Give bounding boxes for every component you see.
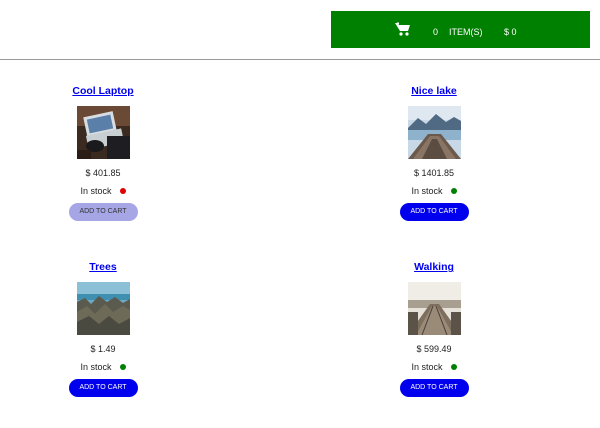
product-card: Trees $ 1.49 In stock ADD TO CART [33, 260, 173, 397]
product-card: Cool Laptop $ 401.85 In stock ADD TO CAR… [33, 84, 173, 221]
header-divider [0, 59, 600, 60]
product-card: Walking $ 599.49 In stock ADD TO CART [364, 260, 504, 397]
stock-label: In stock [80, 186, 112, 196]
product-price: $ 599.49 [416, 344, 452, 354]
add-to-cart-button[interactable]: ADD TO CART [68, 379, 138, 397]
stock-label: In stock [411, 186, 443, 196]
stock-status: In stock [33, 361, 173, 373]
product-title-link[interactable]: Walking [364, 260, 504, 274]
lake-photo[interactable] [407, 106, 461, 159]
add-to-cart-button[interactable]: ADD TO CART [68, 203, 138, 221]
product-title-link[interactable]: Cool Laptop [33, 84, 173, 98]
product-title-link[interactable]: Nice lake [364, 84, 504, 98]
add-to-cart-button[interactable]: ADD TO CART [399, 379, 469, 397]
stock-indicator-dot [119, 364, 126, 370]
cart-total: $ 0 [504, 27, 517, 37]
product-price: $ 1401.85 [413, 168, 455, 178]
shopping-cart-icon[interactable] [395, 22, 411, 36]
trees-photo[interactable] [76, 282, 130, 335]
stock-status: In stock [364, 361, 504, 373]
stock-indicator-dot [119, 188, 126, 194]
product-card: Nice lake $ 1401.85 In stock ADD TO CART [364, 84, 504, 221]
laptop-photo[interactable] [76, 106, 130, 159]
stock-label: In stock [80, 362, 112, 372]
stock-status: In stock [33, 185, 173, 197]
cart-item-count: 0 [433, 27, 439, 37]
stock-label: In stock [411, 362, 443, 372]
walking-photo[interactable] [407, 282, 461, 335]
stock-indicator-dot [450, 364, 457, 370]
stock-indicator-dot [450, 188, 457, 194]
product-price: $ 1.49 [90, 344, 116, 354]
cart-items-label: ITEM(S) [449, 27, 483, 37]
cart-summary-bar[interactable]: 0 ITEM(S) $ 0 [331, 11, 590, 48]
product-price: $ 401.85 [85, 168, 121, 178]
add-to-cart-button[interactable]: ADD TO CART [399, 203, 469, 221]
product-title-link[interactable]: Trees [33, 260, 173, 274]
stock-status: In stock [364, 185, 504, 197]
